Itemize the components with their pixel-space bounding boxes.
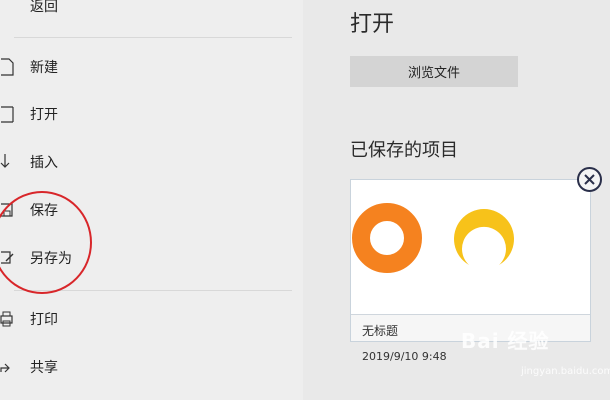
remove-project-button[interactable] bbox=[577, 167, 602, 192]
sidebar-item-new[interactable]: 新建 bbox=[0, 50, 292, 84]
project-name: 无标题 bbox=[362, 324, 399, 338]
share-icon bbox=[0, 363, 10, 373]
sidebar-item-label: 新建 bbox=[30, 60, 58, 76]
orange-ring-shape bbox=[352, 203, 422, 273]
open-icon bbox=[1, 106, 14, 123]
new-document-icon bbox=[1, 58, 14, 76]
sidebar-item-label: 打开 bbox=[30, 107, 58, 123]
yellow-ring-shape bbox=[454, 209, 514, 265]
close-icon bbox=[584, 174, 595, 185]
project-timestamp: 2019/9/10 9:48 bbox=[362, 350, 447, 363]
sidebar-item-share[interactable]: 共享 bbox=[0, 350, 292, 384]
sidebar-item-insert[interactable]: 插入 bbox=[0, 145, 292, 179]
browse-files-button[interactable]: 浏览文件 bbox=[350, 56, 518, 87]
page-title: 打开 bbox=[350, 12, 395, 37]
watermark-text: Bai 经验 bbox=[461, 329, 550, 353]
baidu-watermark: Bai 经验 jingyan.baidu.com bbox=[461, 323, 610, 385]
open-panel: 打开 浏览文件 已保存的项目 无标题 2019/9/10 9:48 Bai 经验… bbox=[303, 0, 610, 400]
saved-projects-heading: 已保存的项目 bbox=[350, 140, 458, 161]
project-thumbnail bbox=[351, 180, 590, 314]
sidebar-item-label: 共享 bbox=[30, 360, 58, 376]
sidebar-item-open[interactable]: 打开 bbox=[0, 97, 292, 131]
file-menu-sidebar: 返回 新建 打开 插入 保存 另存为 打印 共享 bbox=[0, 0, 303, 400]
back-button[interactable]: 返回 bbox=[0, 0, 292, 23]
watermark-url: jingyan.baidu.com bbox=[521, 366, 610, 377]
sidebar-item-label: 打印 bbox=[30, 312, 58, 328]
insert-icon bbox=[0, 154, 10, 168]
saved-project-card[interactable]: 无标题 bbox=[350, 179, 591, 342]
card-divider bbox=[351, 314, 590, 315]
sidebar-divider bbox=[14, 37, 292, 38]
sidebar-item-print[interactable]: 打印 bbox=[0, 302, 292, 336]
annotation-circle bbox=[0, 191, 92, 294]
sidebar-item-label: 插入 bbox=[30, 155, 58, 171]
back-label: 返回 bbox=[30, 0, 58, 15]
thumbnail-drawing bbox=[352, 203, 514, 273]
print-icon bbox=[0, 311, 13, 327]
